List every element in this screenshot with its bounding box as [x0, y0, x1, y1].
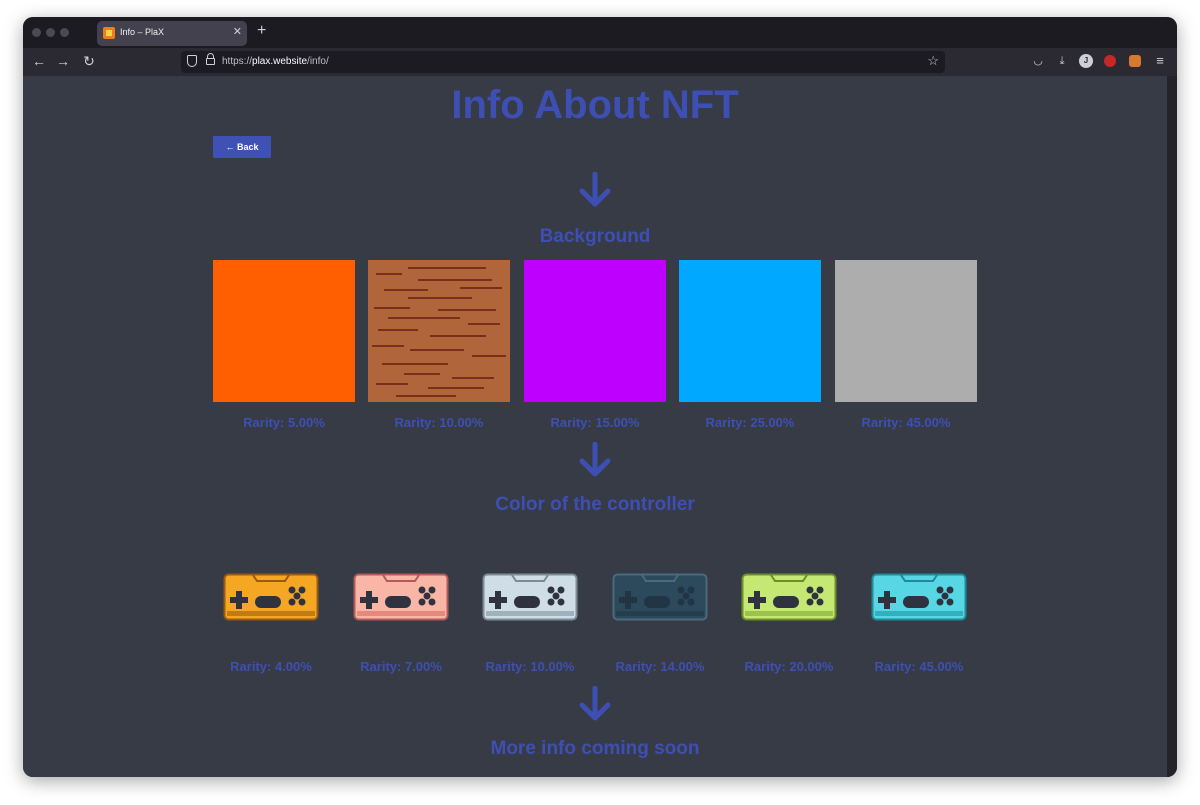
bookmark-star-icon[interactable]: ☆ — [927, 53, 939, 69]
close-window-dot[interactable] — [32, 28, 41, 37]
tab-info[interactable]: Info – PlaX ✕ — [97, 21, 247, 46]
extension-shield-icon[interactable] — [1104, 55, 1116, 67]
close-tab-icon[interactable]: ✕ — [233, 25, 242, 38]
tab-strip: Info – PlaX ✕ + — [23, 17, 1177, 48]
background-rarity: Rarity: 15.00% — [550, 415, 640, 430]
controller-section-title: Color of the controller — [495, 494, 695, 515]
background-section-title: Background — [539, 226, 651, 247]
address-bar[interactable]: https://plax.website/info/ ☆ — [181, 51, 945, 73]
navigation-toolbar: ← → ↻ https://plax.website/info/ ☆ ◡ ⤓ J… — [23, 48, 1177, 76]
page-content: Info About NFT ← Back Background Rarity:… — [23, 76, 1167, 777]
maximize-window-dot[interactable] — [60, 28, 69, 37]
minimize-window-dot[interactable] — [46, 28, 55, 37]
url-text[interactable]: https://plax.website/info/ — [222, 56, 329, 67]
gamepad-orange-icon — [223, 573, 319, 621]
gamepad-white-icon — [482, 573, 578, 621]
arrow-down-icon — [579, 172, 611, 207]
page-scrollbar[interactable] — [1167, 76, 1177, 777]
controller-rarity: Rarity: 4.00% — [230, 659, 312, 674]
back-button[interactable]: ← Back — [213, 136, 271, 158]
background-swatch-gray — [835, 260, 977, 402]
lock-icon[interactable] — [206, 53, 215, 65]
site-favicon-icon — [103, 27, 115, 39]
gamepad-cyan-icon — [871, 573, 967, 621]
back-arrow-icon[interactable]: ← — [31, 52, 47, 70]
metamask-fox-icon[interactable] — [1129, 55, 1141, 67]
menu-hamburger-icon[interactable]: ≡ — [1153, 54, 1167, 68]
background-rarity: Rarity: 45.00% — [861, 415, 951, 430]
arrow-down-icon — [579, 442, 611, 477]
controller-rarity: Rarity: 14.00% — [615, 659, 705, 674]
background-swatch-purple — [524, 260, 666, 402]
account-icon[interactable]: J — [1079, 54, 1093, 68]
page-title: Info About NFT — [451, 83, 739, 127]
tracking-shield-icon[interactable] — [187, 55, 197, 67]
background-swatch-orange — [213, 260, 355, 402]
background-rarity: Rarity: 25.00% — [705, 415, 795, 430]
arrow-left-icon: ← — [225, 142, 235, 152]
browser-window: Info – PlaX ✕ + ← → ↻ https://plax.websi… — [23, 17, 1177, 777]
background-swatch-wood — [368, 260, 510, 402]
reload-icon[interactable]: ↻ — [81, 52, 97, 70]
gamepad-pink-icon — [353, 573, 449, 621]
background-rarity: Rarity: 5.00% — [243, 415, 325, 430]
background-rarity: Rarity: 10.00% — [394, 415, 484, 430]
forward-arrow-icon[interactable]: → — [55, 52, 71, 70]
controller-rarity: Rarity: 10.00% — [485, 659, 575, 674]
arrow-down-icon — [579, 686, 611, 721]
controller-rarity: Rarity: 20.00% — [744, 659, 834, 674]
gamepad-lime-icon — [741, 573, 837, 621]
background-swatch-blue — [679, 260, 821, 402]
more-info-title: More info coming soon — [490, 738, 700, 759]
new-tab-icon[interactable]: + — [257, 22, 266, 40]
gamepad-dark-teal-icon — [612, 573, 708, 621]
download-icon[interactable]: ⤓ — [1055, 54, 1069, 68]
controller-rarity: Rarity: 7.00% — [360, 659, 442, 674]
tab-title: Info – PlaX — [120, 27, 165, 37]
controller-rarity: Rarity: 45.00% — [874, 659, 964, 674]
back-button-label: Back — [237, 142, 259, 152]
pocket-icon[interactable]: ◡ — [1031, 54, 1045, 68]
